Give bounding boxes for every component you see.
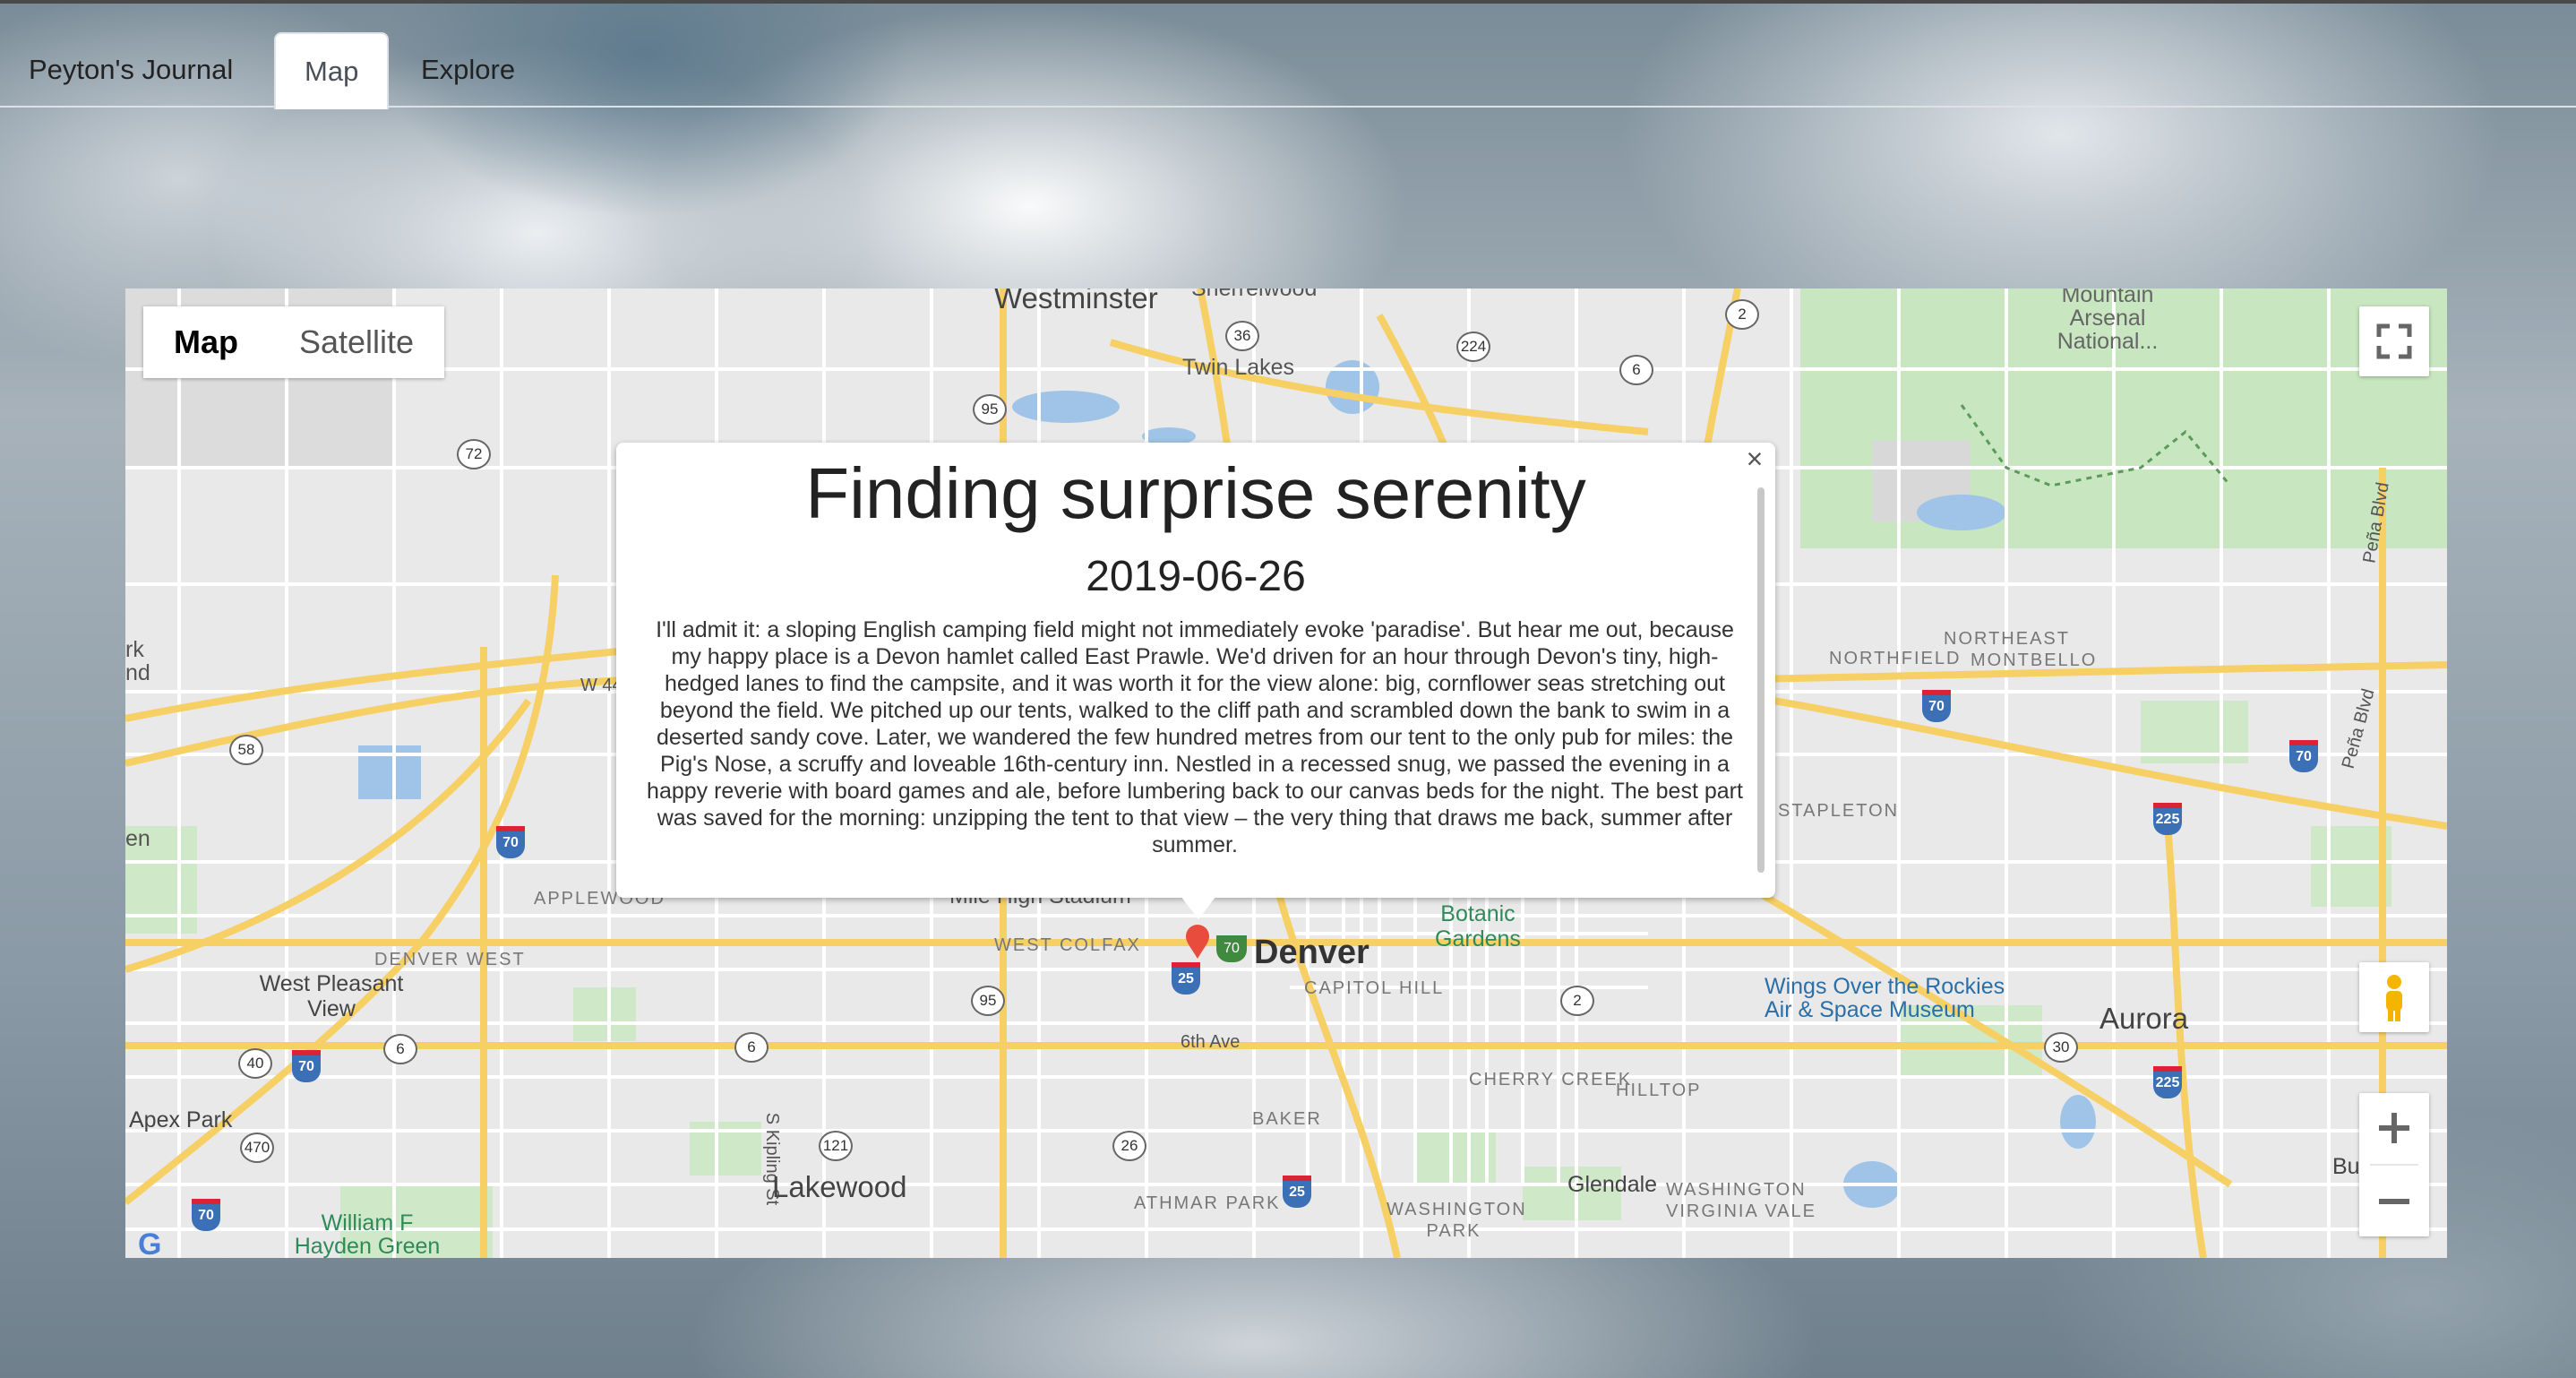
label-6th-ave: 6th Ave xyxy=(1181,1032,1241,1052)
route-shield: 72 xyxy=(457,439,491,469)
minus-icon xyxy=(2379,1199,2409,1204)
route-shield: 95 xyxy=(971,986,1005,1016)
label-botanic-gardens: Botanic Gardens xyxy=(1435,901,1521,952)
pegman-icon xyxy=(2386,975,2402,1021)
label-northeast: NORTHEAST xyxy=(1944,629,2070,649)
entry-body: I'll admit it: a sloping English camping… xyxy=(647,617,1743,857)
route-shield: 224 xyxy=(1456,332,1490,362)
popup-scrollbar[interactable] xyxy=(1757,487,1765,873)
label-washington-virginia-vale: WASHINGTON VIRGINIA VALE xyxy=(1666,1180,1816,1221)
label-hilltop: HILLTOP xyxy=(1616,1081,1702,1100)
close-icon[interactable]: × xyxy=(1741,444,1768,473)
route-shield: 6 xyxy=(734,1032,769,1063)
top-navigation: Peyton's Journal Map Explore xyxy=(0,4,2576,109)
map-type-satellite-button[interactable]: Satellite xyxy=(269,306,444,378)
map-type-map-button[interactable]: Map xyxy=(143,306,269,378)
label-montbello: MONTBELLO xyxy=(1971,650,2098,670)
entry-date: 2019-06-26 xyxy=(1086,553,1306,600)
street-view-button[interactable] xyxy=(2359,962,2429,1032)
fullscreen-button[interactable] xyxy=(2359,306,2429,376)
interstate-shield: 70 xyxy=(496,826,525,858)
label-west-pleasant-view: West Pleasant View xyxy=(259,971,404,1021)
route-shield: 2 xyxy=(1560,986,1594,1016)
label-stapleton: STAPLETON xyxy=(1778,801,1900,821)
zoom-out-button[interactable] xyxy=(2359,1166,2429,1236)
interstate-shield: 225 xyxy=(2153,1066,2182,1098)
label-northfield: NORTHFIELD xyxy=(1829,649,1962,668)
label-lakewood: Lakewood xyxy=(772,1170,907,1203)
interstate-shield: 70 xyxy=(192,1199,220,1231)
tab-explore[interactable]: Explore xyxy=(392,32,544,108)
label-denver-west: DENVER WEST xyxy=(374,950,526,969)
tab-map[interactable]: Map xyxy=(274,32,390,109)
label-arsenal: Mountain Arsenal National... xyxy=(2057,289,2159,354)
label-washington-park: WASHINGTON PARK xyxy=(1387,1200,1527,1241)
label-glendale: Glendale xyxy=(1567,1172,1658,1197)
route-shield: 6 xyxy=(1619,355,1653,385)
route-shield: 2 xyxy=(1725,299,1759,330)
route-shield: 30 xyxy=(2044,1032,2078,1063)
map-type-control: Map Satellite xyxy=(143,306,445,378)
interstate-shield: 70 xyxy=(2289,740,2318,772)
entry-title: Finding surprise serenity xyxy=(805,453,1586,533)
fullscreen-icon xyxy=(2376,323,2412,359)
label-twin-lakes: Twin Lakes xyxy=(1182,355,1295,380)
route-shield: 95 xyxy=(973,394,1007,425)
label-baker: BAKER xyxy=(1252,1109,1322,1129)
label-west-colfax: WEST COLFAX xyxy=(994,935,1141,955)
zoom-in-button[interactable] xyxy=(2359,1093,2429,1164)
route-shield: 121 xyxy=(819,1131,853,1161)
interstate-shield: 70 xyxy=(292,1050,321,1082)
label-denver: Denver xyxy=(1254,934,1370,971)
journal-entry-popup: Finding surprise serenity 2019-06-26 I'l… xyxy=(616,443,1775,898)
label-wings-museum: Wings Over the Rockies Air & Space Museu… xyxy=(1765,974,2005,1022)
label-westminster: Westminster xyxy=(994,289,1158,314)
label-apex-park: Apex Park xyxy=(129,1107,233,1133)
label-aurora: Aurora xyxy=(2099,1002,2189,1035)
interstate-shield: 25 xyxy=(1172,962,1200,995)
label-capitol-hill: CAPITOL HILL xyxy=(1304,978,1445,998)
route-shield: 6 xyxy=(383,1034,417,1064)
map-marker-icon[interactable] xyxy=(1184,925,1211,960)
interstate-shield: 70 xyxy=(1922,690,1951,722)
label-cherry-creek: CHERRY CREEK xyxy=(1469,1070,1633,1089)
business-route-shield: 70 xyxy=(1216,935,1247,962)
interstate-shield: 225 xyxy=(2153,803,2182,835)
popup-pointer xyxy=(1181,896,1216,919)
route-shield: 470 xyxy=(240,1133,274,1163)
google-logo: G xyxy=(138,1227,161,1258)
route-shield: 40 xyxy=(238,1048,272,1079)
label-sherrelwood: Sherrelwood xyxy=(1191,289,1318,301)
interstate-shield: 25 xyxy=(1283,1176,1311,1208)
route-shield: 36 xyxy=(1225,321,1259,351)
route-shield: 58 xyxy=(229,735,263,765)
brand-link[interactable]: Peyton's Journal xyxy=(0,32,262,108)
zoom-control xyxy=(2359,1093,2429,1236)
label-left-edge-en: en xyxy=(125,826,150,851)
label-william-hayden-green: William F Hayden Green xyxy=(294,1210,441,1258)
route-shield: 26 xyxy=(1112,1131,1146,1161)
label-left-edge: rk nd xyxy=(125,637,150,685)
plus-icon xyxy=(2379,1113,2409,1143)
label-athmar-park: ATHMAR PARK xyxy=(1134,1193,1281,1213)
